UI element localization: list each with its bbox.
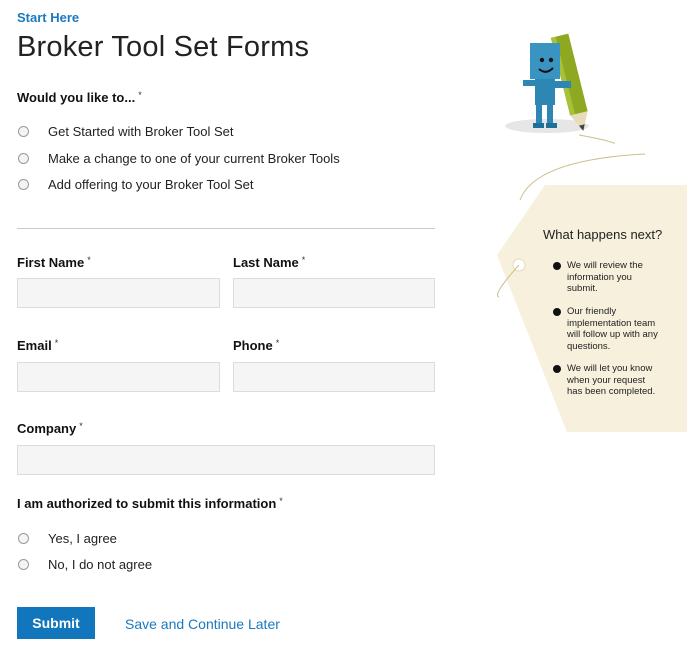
bullet-icon [553,262,561,270]
radio-option-add-offering[interactable]: Add offering to your Broker Tool Set [17,175,253,193]
first-name-input[interactable] [17,278,220,308]
mascot-illustration [505,33,615,144]
radio-option-get-started[interactable]: Get Started with Broker Tool Set [17,122,233,140]
submit-button[interactable]: Submit [17,607,95,639]
first-name-label-text: First Name [17,255,85,270]
save-continue-later-link[interactable]: Save and Continue Later [125,616,280,632]
email-input[interactable] [17,362,220,392]
phone-label-text: Phone [233,338,273,353]
radio-label: Yes, I agree [48,530,117,546]
last-name-label-text: Last Name [233,255,299,270]
required-marker: * [275,338,280,348]
required-marker: * [138,90,142,100]
company-label: Company * [17,421,83,436]
first-name-label: First Name * [17,255,91,270]
email-label-text: Email [17,338,52,353]
radio-label: No, I do not agree [48,556,153,572]
tag-string [519,153,646,200]
authorization-label: I am authorized to submit this informati… [17,496,283,511]
company-label-text: Company [17,421,77,436]
authorization-label-text: I am authorized to submit this informati… [17,496,277,511]
radio-button[interactable] [18,558,29,570]
question-would-you-like-text: Would you like to... [17,90,136,105]
radio-button[interactable] [18,532,29,544]
tag-list-item: Our friendly implementation team will fo… [567,306,658,352]
required-marker: * [301,255,306,265]
radio-option-make-change[interactable]: Make a change to one of your current Bro… [17,149,340,167]
radio-option-disagree[interactable]: No, I do not agree [17,555,152,573]
tag-list-item: We will let you know when your request h… [567,363,656,397]
last-name-input[interactable] [233,278,435,308]
required-marker: * [79,421,83,431]
required-marker: * [87,255,91,265]
required-marker: * [54,338,59,348]
last-name-label: Last Name * [233,255,305,270]
required-marker: * [279,496,283,506]
phone-input[interactable] [233,362,435,392]
page-title: Broker Tool Set Forms [17,31,310,63]
radio-label: Add offering to your Broker Tool Set [48,176,254,192]
bullet-icon [553,308,561,316]
radio-button[interactable] [18,152,29,164]
start-here-link[interactable]: Start Here [17,10,79,25]
radio-label: Make a change to one of your current Bro… [48,150,340,166]
company-input[interactable] [17,445,435,475]
tag-title: What happens next? [543,227,663,242]
email-label: Email * [17,338,58,353]
radio-button[interactable] [18,178,29,190]
radio-label: Get Started with Broker Tool Set [48,123,234,139]
radio-button[interactable] [18,125,29,137]
section-divider [17,228,435,229]
question-would-you-like-label: Would you like to... * [17,90,142,105]
phone-label: Phone * [233,338,279,353]
bullet-icon [553,365,561,373]
radio-option-agree[interactable]: Yes, I agree [17,529,117,547]
tag-list-item: We will review the information you submi… [567,260,643,294]
